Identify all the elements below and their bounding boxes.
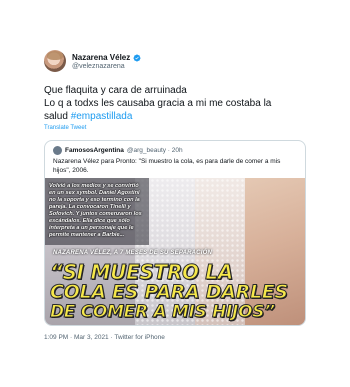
- author-avatar[interactable]: [44, 50, 66, 72]
- quoted-author-handle-time: @arg_beauty · 20h: [126, 147, 183, 154]
- tweet-line-3: salud #empastillada: [44, 110, 324, 123]
- tweet-card: Nazarena Vélez @veleznazarena Que flaqui…: [0, 0, 350, 387]
- author-display-name[interactable]: Nazarena Vélez: [72, 53, 130, 62]
- quoted-author-avatar: [53, 146, 62, 155]
- quoted-tweet-text: Nazarena Vélez para Pronto: "Si muestro …: [53, 158, 281, 174]
- tweet-line-2: Lo q a todxs les causaba gracia a mi me …: [44, 98, 272, 109]
- hashtag-link[interactable]: #empastillada: [71, 111, 133, 122]
- tweet-line-3-text: salud: [44, 111, 71, 122]
- quoted-tweet-image[interactable]: Volvió a los medios y se convirtió en un…: [45, 178, 305, 325]
- quoted-tweet[interactable]: FamososArgentina @arg_beauty · 20h Nazar…: [44, 140, 306, 326]
- translate-tweet-link[interactable]: Translate Tweet: [44, 125, 86, 131]
- tweet-text: Que flaquita y cara de arruinada Lo q a …: [44, 84, 324, 123]
- image-side-text: Volvió a los medios y se convirtió en un…: [49, 183, 142, 238]
- tweet-line-1: Que flaquita y cara de arruinada: [44, 85, 187, 96]
- verified-badge-icon: [133, 54, 141, 61]
- image-headline-2: COLA ES PARA DARLES: [50, 281, 289, 304]
- image-caption: NAZARENA VÉLEZ, A 7 MESES DE SU SEPARACI…: [53, 250, 212, 256]
- quoted-tweet-header: FamososArgentina @arg_beauty · 20h: [53, 146, 183, 155]
- image-headline-3: DE COMER A MIS HIJOS”: [50, 302, 276, 323]
- author-name-row: Nazarena Vélez: [72, 53, 141, 62]
- tweet-timestamp[interactable]: 1:09 PM · Mar 3, 2021 · Twitter for iPho…: [44, 334, 165, 341]
- quoted-author-name: FamososArgentina: [65, 147, 124, 154]
- author-username[interactable]: @veleznazarena: [72, 63, 125, 70]
